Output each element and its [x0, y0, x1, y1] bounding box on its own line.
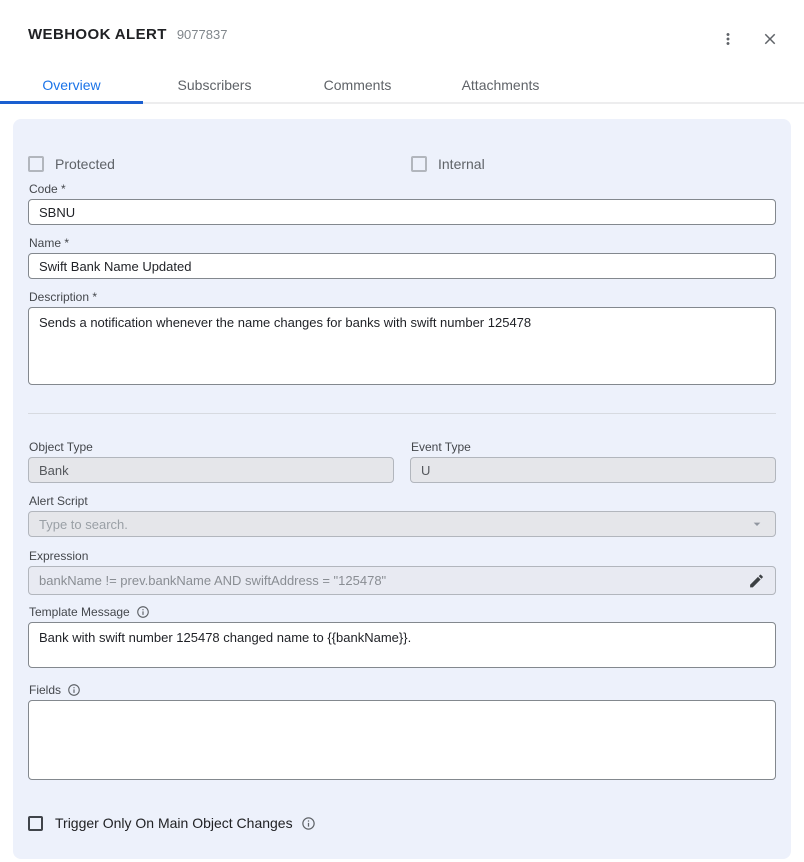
internal-checkbox	[411, 156, 427, 172]
dialog-header: WEBHOOK ALERT 9077837	[0, 0, 804, 49]
info-icon	[136, 605, 150, 619]
fields-textarea[interactable]	[28, 700, 776, 780]
tab-subscribers[interactable]: Subscribers	[143, 67, 286, 102]
info-icon	[67, 683, 81, 697]
chevron-down-icon	[749, 516, 765, 535]
expression-field: bankName != prev.bankName AND swiftAddre…	[28, 566, 776, 595]
code-input[interactable]	[28, 199, 776, 225]
expression-label: Expression	[29, 549, 776, 563]
description-label: Description *	[29, 290, 776, 304]
protected-checkbox	[28, 156, 44, 172]
fields-label: Fields	[29, 683, 61, 697]
name-label: Name *	[29, 236, 776, 250]
tab-bar: Overview Subscribers Comments Attachment…	[0, 67, 804, 104]
record-id: 9077837	[177, 27, 228, 42]
overview-panel: Protected Internal Code * Name * Descrip…	[13, 119, 791, 859]
alert-script-select: Type to search.	[28, 511, 776, 537]
name-input[interactable]	[28, 253, 776, 279]
alert-script-placeholder: Type to search.	[39, 517, 128, 532]
alert-script-label: Alert Script	[29, 494, 776, 508]
tab-attachments[interactable]: Attachments	[429, 67, 572, 102]
description-textarea[interactable]: Sends a notification whenever the name c…	[28, 307, 776, 385]
protected-label: Protected	[55, 156, 115, 172]
edit-pencil-icon[interactable]	[748, 572, 765, 589]
internal-label: Internal	[438, 156, 485, 172]
template-message-textarea[interactable]: Bank with swift number 125478 changed na…	[28, 622, 776, 668]
object-type-input	[28, 457, 394, 483]
trigger-only-label: Trigger Only On Main Object Changes	[55, 815, 293, 831]
tab-comments[interactable]: Comments	[286, 67, 429, 102]
event-type-input	[410, 457, 776, 483]
code-label: Code *	[29, 182, 776, 196]
section-divider	[28, 413, 776, 414]
template-message-label: Template Message	[29, 605, 130, 619]
close-icon[interactable]	[760, 29, 780, 49]
tab-overview[interactable]: Overview	[0, 67, 143, 102]
page-title: WEBHOOK ALERT	[28, 26, 167, 43]
object-type-label: Object Type	[29, 440, 394, 454]
event-type-label: Event Type	[411, 440, 776, 454]
info-icon	[301, 816, 316, 831]
kebab-menu-icon[interactable]	[718, 29, 738, 49]
trigger-only-checkbox[interactable]	[28, 816, 43, 831]
expression-value: bankName != prev.bankName AND swiftAddre…	[39, 573, 386, 588]
